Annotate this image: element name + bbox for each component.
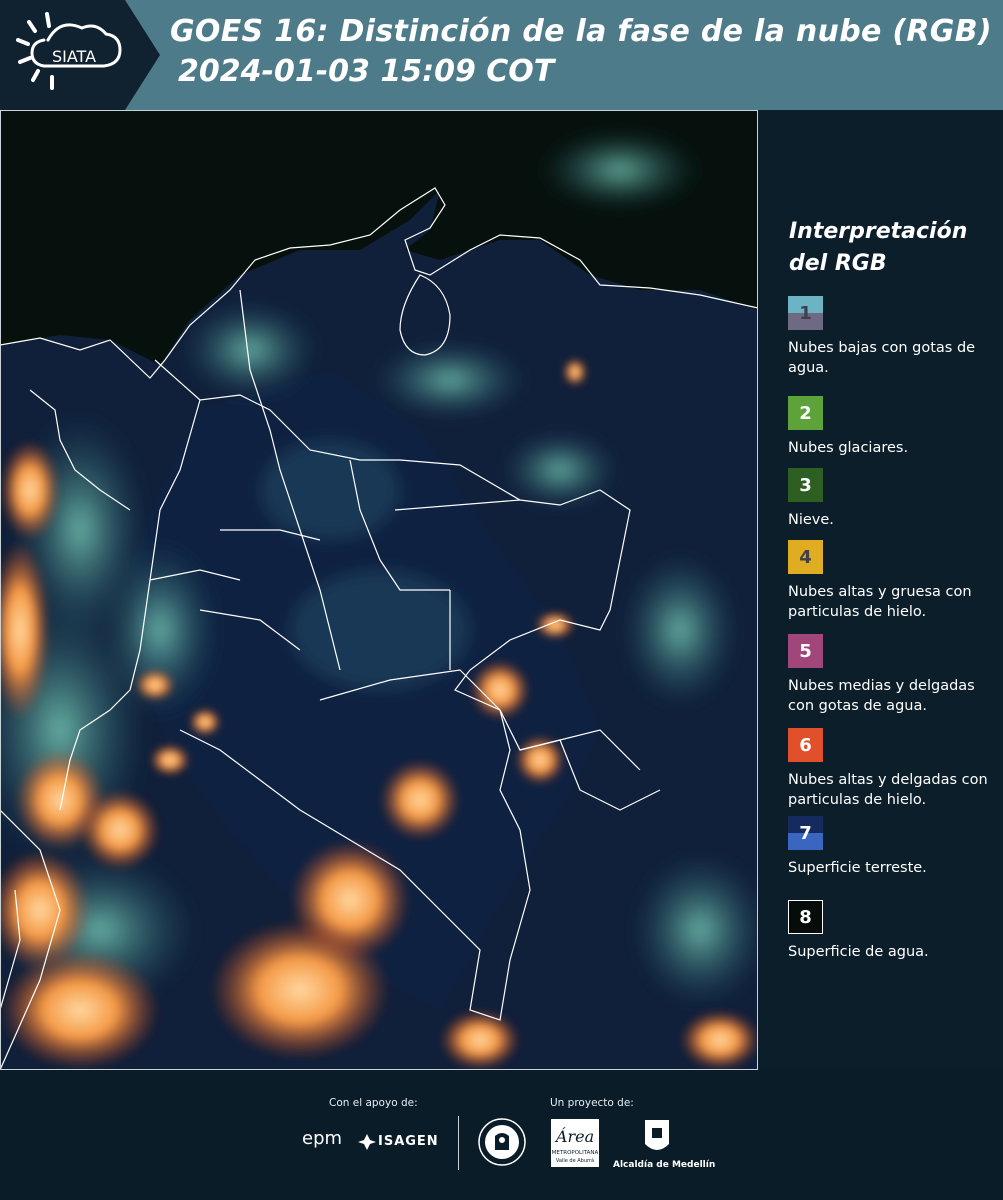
legend-swatch: 4	[788, 540, 823, 574]
project-caption: Un proyecto de:	[550, 1097, 634, 1109]
satellite-map[interactable]	[0, 110, 758, 1070]
legend-item-4: 4 Nubes altas y gruesa con particulas de …	[788, 540, 1000, 622]
legend-label: Nubes altas y gruesa con particulas de h…	[788, 584, 972, 620]
isagen-logo: ISAGEN	[378, 1134, 439, 1149]
legend-panel: Interpretación del RGB 1 Nubes bajas con …	[758, 110, 1003, 1070]
legend-item-5: 5 Nubes medias y delgadas con gotas de ag…	[788, 634, 1000, 716]
university-seal-icon	[478, 1118, 526, 1166]
siata-logo-panel: SIATA	[0, 0, 160, 110]
legend-swatch: 3	[788, 468, 823, 502]
svg-text:Área: Área	[554, 1126, 594, 1146]
legend-label: Nieve.	[788, 512, 834, 528]
legend-swatch: 1	[788, 296, 823, 330]
svg-text:Valle de Aburrá: Valle de Aburrá	[556, 1157, 594, 1164]
legend-label: Superficie de agua.	[788, 944, 929, 960]
legend-item-2: 2 Nubes glaciares.	[788, 396, 1000, 458]
legend-label: Superficie terreste.	[788, 860, 927, 876]
legend-swatch: 6	[788, 728, 823, 762]
page-timestamp: 2024-01-03 15:09 COT	[178, 54, 555, 89]
alcaldia-logo-text: Alcaldía de Medellín	[613, 1160, 716, 1170]
alcaldia-shield-icon	[645, 1120, 669, 1150]
legend-item-1: 1 Nubes bajas con gotas de agua.	[788, 296, 1000, 378]
legend-swatch: 8	[788, 900, 823, 934]
legend-title: Interpretación del RGB	[789, 219, 968, 276]
siata-logo-text: SIATA	[52, 47, 96, 66]
footer-divider	[458, 1116, 459, 1170]
legend-item-7: 7 Superficie terreste.	[788, 816, 1000, 878]
legend-label: Nubes medias y delgadas con gotas de agu…	[788, 678, 975, 714]
legend-swatch: 2	[788, 396, 823, 430]
epm-logo: epm	[302, 1128, 343, 1149]
legend-swatch: 7	[788, 816, 823, 850]
svg-text:METROPOLITANA: METROPOLITANA	[552, 1150, 599, 1156]
legend-label: Nubes altas y delgadas con particulas de…	[788, 772, 988, 808]
legend-item-6: 6 Nubes altas y delgadas con particulas d…	[788, 728, 1000, 810]
legend-item-3: 3 Nieve.	[788, 468, 1000, 530]
legend-label: Nubes bajas con gotas de agua.	[788, 340, 976, 376]
isagen-icon	[358, 1134, 376, 1150]
legend-label: Nubes glaciares.	[788, 440, 909, 456]
support-caption: Con el apoyo de:	[329, 1097, 418, 1109]
footer: Con el apoyo de: Un proyecto de: epm ISA…	[0, 1070, 1003, 1200]
header: SIATA GOES 16: Distinción de la fase de …	[0, 0, 1003, 110]
legend-item-8: 8 Superficie de agua.	[788, 900, 1000, 962]
legend-swatch: 5	[788, 634, 823, 668]
page-title: GOES 16: Distinción de la fase de la nub…	[170, 14, 992, 49]
area-metro-logo-icon: Área METROPOLITANA Valle de Aburrá	[551, 1119, 599, 1167]
